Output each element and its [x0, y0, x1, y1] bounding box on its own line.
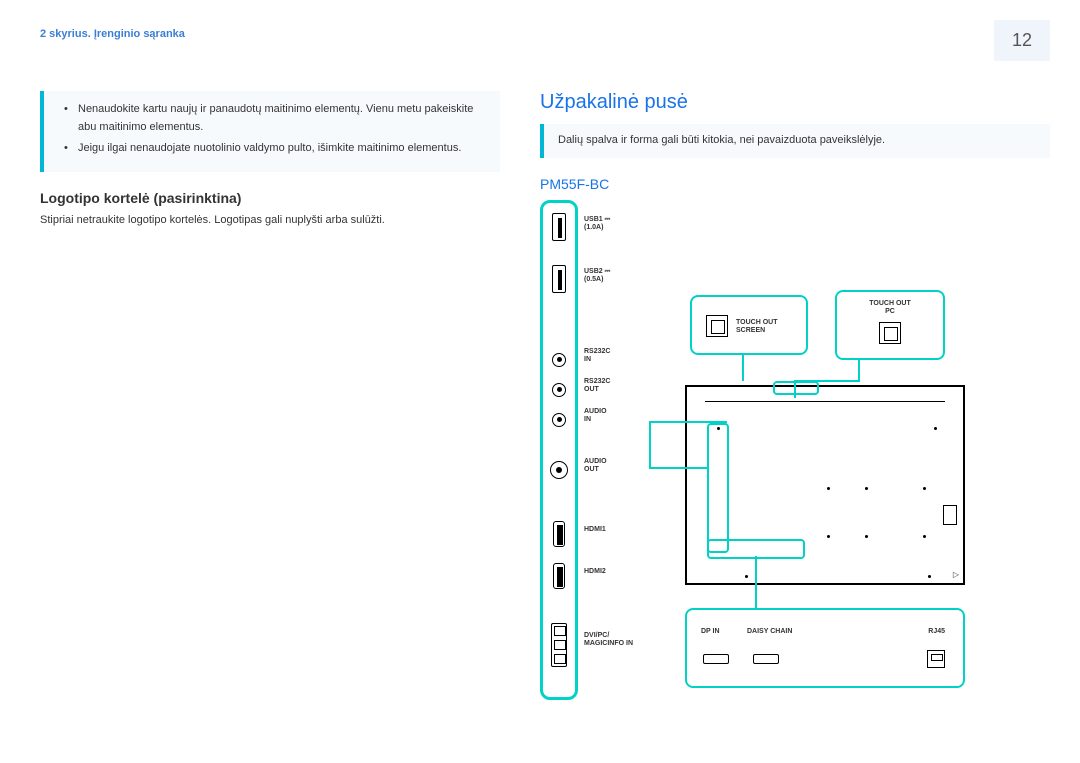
usb2-label: USB2 ⎓ (0.5A) — [584, 268, 644, 285]
section-heading-rear: Užpakalinė pusė — [540, 91, 1050, 114]
rs232c-in-port-icon — [552, 353, 566, 367]
left-column: Nenaudokite kartu naujų ir panaudotų mai… — [40, 91, 500, 710]
connector-line — [649, 421, 651, 469]
triangle-icon: ▷ — [953, 570, 959, 579]
subheading-logo-card: Logotipo kortelė (pasirinktina) — [40, 190, 500, 206]
audio-in-port-icon — [552, 413, 566, 427]
connector-line — [794, 380, 796, 398]
touch-out-screen-box: TOUCH OUT SCREEN — [690, 295, 808, 355]
usb1-label: USB1 ⎓ (1.0A) — [584, 216, 644, 233]
port-strip — [540, 200, 578, 700]
usb2-port-icon — [552, 265, 566, 293]
audio-in-label: AUDIO IN — [584, 408, 644, 425]
highlight-top-strip — [773, 381, 819, 395]
usb1-port-icon — [552, 213, 566, 241]
hdmi1-label: HDMI1 — [584, 526, 644, 534]
rj-slot-icon — [943, 505, 957, 525]
connector-line — [794, 380, 858, 382]
rs232c-out-label: RS232C OUT — [584, 378, 644, 395]
note-item: Nenaudokite kartu naujų ir panaudotų mai… — [62, 101, 486, 136]
hdmi2-port-icon — [553, 563, 565, 589]
highlight-vertical-strip — [707, 423, 729, 553]
notice-text: Dalių spalva ir forma gali būti kitokia,… — [558, 134, 885, 146]
model-heading: PM55F-BC — [540, 176, 1050, 192]
touch-out-pc-box: TOUCH OUT PC — [835, 290, 945, 360]
hdmi2-label: HDMI2 — [584, 568, 644, 576]
rear-diagram: USB1 ⎓ (1.0A) USB2 ⎓ (0.5A) RS232C IN RS… — [540, 200, 1030, 710]
daisy-chain-port-icon — [753, 654, 779, 664]
dvi-label: DVI/PC/ MAGICINFO IN — [584, 632, 644, 649]
rs232c-out-port-icon — [552, 383, 566, 397]
usb-b-port-icon — [879, 322, 901, 344]
touch-out-pc-label: TOUCH OUT PC — [837, 300, 943, 317]
dp-in-label: DP IN — [701, 628, 720, 635]
body-text: Stipriai netraukite logotipo kortelės. L… — [40, 212, 500, 230]
rs232c-in-label: RS232C IN — [584, 348, 644, 365]
rj45-port-icon — [927, 650, 945, 668]
daisy-chain-label: DAISY CHAIN — [747, 628, 792, 635]
notice-box: Dalių spalva ir forma gali būti kitokia,… — [540, 124, 1050, 158]
device-back-panel: ▷ — [685, 385, 965, 585]
connector-line — [649, 421, 727, 423]
page-number: 12 — [994, 20, 1050, 61]
note-item: Jeigu ilgai nenaudojate nuotolinio valdy… — [62, 140, 486, 158]
touch-out-screen-label: TOUCH OUT SCREEN — [736, 319, 777, 336]
dvi-port-icon — [551, 623, 567, 667]
warning-note-box: Nenaudokite kartu naujų ir panaudotų mai… — [40, 91, 500, 172]
audio-out-port-icon — [550, 461, 568, 479]
connector-line — [742, 355, 744, 381]
connector-line — [755, 556, 757, 608]
connector-line — [858, 360, 860, 382]
chapter-label: 2 skyrius. Įrenginio sąranka — [40, 20, 185, 40]
rj45-label: RJ45 — [928, 628, 945, 635]
dp-in-port-icon — [703, 654, 729, 664]
right-column: Užpakalinė pusė Dalių spalva ir forma ga… — [540, 91, 1050, 710]
usb-b-port-icon — [706, 315, 728, 337]
bottom-ports-box: DP IN DAISY CHAIN RJ45 — [685, 608, 965, 688]
connector-line — [649, 467, 707, 469]
hdmi1-port-icon — [553, 521, 565, 547]
audio-out-label: AUDIO OUT — [584, 458, 644, 475]
